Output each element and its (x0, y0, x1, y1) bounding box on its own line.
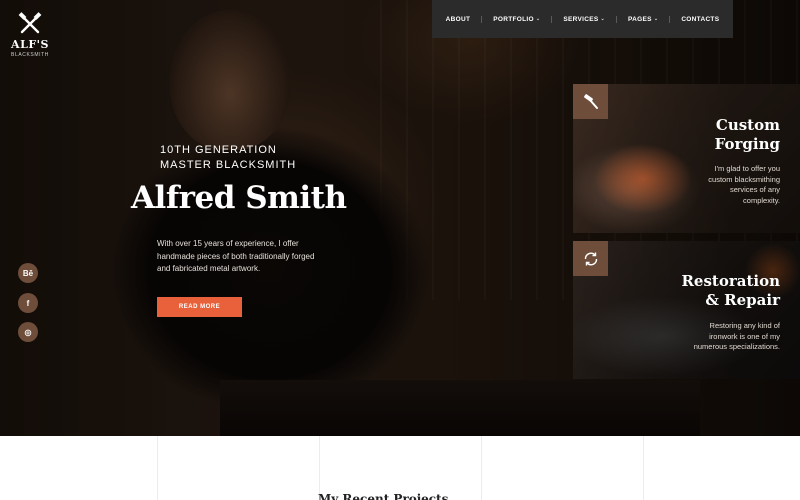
section-heading: My Recent Projects (318, 492, 449, 500)
logo-subtitle: BLACKSMITH (11, 52, 49, 58)
column-divider (319, 436, 320, 500)
card-title-line: Forging (714, 135, 780, 153)
column-divider (157, 436, 158, 500)
hero-section: ALF'S BLACKSMITH ABOUT PORTFOLIO ⌄ SERVI… (0, 0, 800, 436)
card-text-line: complexity. (743, 195, 780, 205)
card-title-line: Restoration (681, 272, 780, 290)
card-description: Restoring any kind of ironwork is one of… (694, 321, 780, 353)
hammer-icon-glyph (583, 93, 598, 109)
refresh-icon (573, 241, 608, 276)
nav-item-label: CONTACTS (681, 15, 720, 23)
logo-name: ALF'S (11, 38, 49, 51)
hero-title: Alfred Smith (131, 180, 347, 216)
chevron-down-icon: ⌄ (653, 16, 659, 22)
nav-item-contacts[interactable]: CONTACTS (669, 15, 730, 23)
instagram-icon[interactable]: ◎ (18, 322, 38, 342)
service-card-restoration[interactable]: Restoration & Repair Restoring any kind … (573, 241, 800, 379)
nav-item-about[interactable]: ABOUT (435, 16, 482, 23)
card-description: I'm glad to offer you custom blacksmithi… (708, 164, 780, 206)
eyebrow-line: 10TH GENERATION (160, 144, 277, 156)
behance-icon[interactable]: Bē (18, 263, 38, 283)
refresh-icon-glyph (584, 252, 597, 265)
card-text-line: I'm glad to offer you (714, 164, 781, 173)
column-divider (643, 436, 644, 500)
column-divider (481, 436, 482, 500)
chevron-down-icon: ⌄ (600, 16, 606, 22)
nav-item-services[interactable]: SERVICES ⌄ (551, 15, 616, 23)
crossed-hammers-icon (18, 12, 42, 34)
card-text-line: numerous specializations. (693, 342, 780, 351)
card-title: Restoration & Repair (681, 272, 780, 310)
nav-item-label: SERVICES (563, 15, 599, 23)
nav-item-portfolio[interactable]: PORTFOLIO ⌄ (481, 15, 551, 23)
service-card-custom-forging[interactable]: Custom Forging I'm glad to offer you cus… (573, 84, 800, 233)
read-more-button[interactable]: READ MORE (157, 297, 242, 317)
projects-section (0, 436, 800, 500)
nav-item-label: PAGES (628, 15, 652, 23)
hero-description: With over 15 years of experience, I offe… (157, 239, 315, 273)
card-title-line: Custom (715, 116, 780, 134)
card-text-line: services of any (729, 185, 780, 194)
nav-item-label: ABOUT (445, 15, 471, 23)
card-text-line: Restoring any kind of (709, 321, 780, 330)
site-logo[interactable]: ALF'S BLACKSMITH (8, 12, 52, 58)
hero-eyebrow: 10TH GENERATION MASTER BLACKSMITH (160, 143, 296, 173)
facebook-icon[interactable]: f (18, 293, 38, 313)
eyebrow-line: MASTER BLACKSMITH (160, 159, 297, 171)
nav-item-pages[interactable]: PAGES ⌄ (616, 15, 669, 23)
card-text-line: ironwork is one of my (709, 331, 780, 341)
nav-item-label: PORTFOLIO (493, 15, 534, 23)
card-text-line: custom blacksmithing (708, 174, 780, 184)
hammer-icon (573, 84, 608, 119)
main-nav: ABOUT PORTFOLIO ⌄ SERVICES ⌄ PAGES ⌄ CON… (432, 0, 733, 38)
chevron-down-icon: ⌄ (535, 16, 541, 22)
card-title: Custom Forging (715, 116, 780, 154)
card-title-line: & Repair (705, 291, 780, 309)
